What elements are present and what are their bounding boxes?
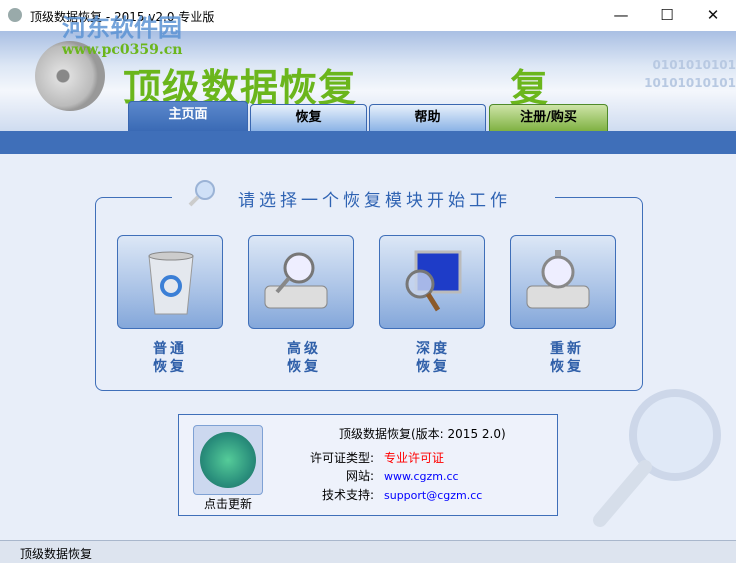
module-label-rerecovery[interactable]: 重新 恢复 bbox=[514, 340, 620, 376]
module-label-line2: 恢复 bbox=[550, 359, 584, 375]
module-rerecovery[interactable] bbox=[510, 235, 616, 329]
module-label-advanced[interactable]: 高级 恢复 bbox=[251, 340, 357, 376]
binary-decoration: 0101010101 10101010101 bbox=[644, 58, 736, 90]
module-label-line2: 恢复 bbox=[287, 359, 321, 375]
module-label-line1: 普通 bbox=[153, 341, 187, 357]
status-bar: 顶级数据恢复 bbox=[0, 540, 736, 563]
update-label[interactable]: 点击更新 bbox=[193, 495, 263, 512]
info-box: 点击更新 顶级数据恢复(版本: 2015 2.0) 许可证类型: 专业许可证 网站… bbox=[178, 414, 558, 516]
module-deep-recovery[interactable] bbox=[379, 235, 485, 329]
tab-recover[interactable]: 恢复 bbox=[250, 104, 367, 131]
drive-stopwatch-icon bbox=[526, 250, 590, 309]
large-magnifier-decoration bbox=[593, 389, 721, 527]
module-label-normal[interactable]: 普通 恢复 bbox=[117, 340, 223, 376]
tab-help[interactable]: 帮助 bbox=[369, 104, 486, 131]
website-label: 网站: bbox=[345, 469, 374, 483]
monitor-search-icon bbox=[405, 250, 462, 312]
support-label: 技术支持: bbox=[321, 488, 374, 502]
update-button[interactable] bbox=[193, 425, 263, 495]
maximize-button[interactable]: ☐ bbox=[644, 0, 690, 31]
module-label-line1: 高级 bbox=[287, 341, 321, 357]
status-text: 顶级数据恢复 bbox=[20, 547, 93, 561]
module-normal-recovery[interactable] bbox=[117, 235, 223, 329]
website-link[interactable]: www.cgzm.cc bbox=[384, 470, 459, 483]
module-label-line2: 恢复 bbox=[153, 359, 187, 375]
panel-heading: 请选择一个恢复模块开始工作 bbox=[238, 191, 511, 211]
close-button[interactable]: ✕ bbox=[690, 0, 736, 31]
drive-search-icon bbox=[264, 252, 328, 309]
recycle-bin-icon bbox=[148, 251, 194, 315]
tab-home[interactable]: 主页面 bbox=[128, 101, 248, 131]
version-text: 顶级数据恢复(版本: 2015 2.0) bbox=[339, 427, 506, 441]
magnifier-icon bbox=[188, 180, 215, 207]
minimize-button[interactable]: — bbox=[598, 0, 644, 31]
app-icon bbox=[8, 8, 22, 22]
module-label-line1: 重新 bbox=[550, 341, 584, 357]
module-label-deep[interactable]: 深度 恢复 bbox=[380, 340, 486, 376]
tab-bar bbox=[0, 131, 736, 154]
license-label: 许可证类型: bbox=[309, 451, 374, 465]
support-email-link[interactable]: support@cgzm.cc bbox=[384, 489, 482, 502]
watermark-name: 河东软件园 bbox=[62, 14, 182, 42]
license-value: 专业许可证 bbox=[384, 451, 445, 465]
module-label-line1: 深度 bbox=[416, 341, 450, 357]
module-advanced-recovery[interactable] bbox=[248, 235, 354, 329]
watermark-url: www.pc0359.cn bbox=[62, 42, 183, 58]
module-label-line2: 恢复 bbox=[416, 359, 450, 375]
tab-register-buy[interactable]: 注册/购买 bbox=[489, 104, 608, 131]
update-disc-icon bbox=[200, 432, 256, 488]
